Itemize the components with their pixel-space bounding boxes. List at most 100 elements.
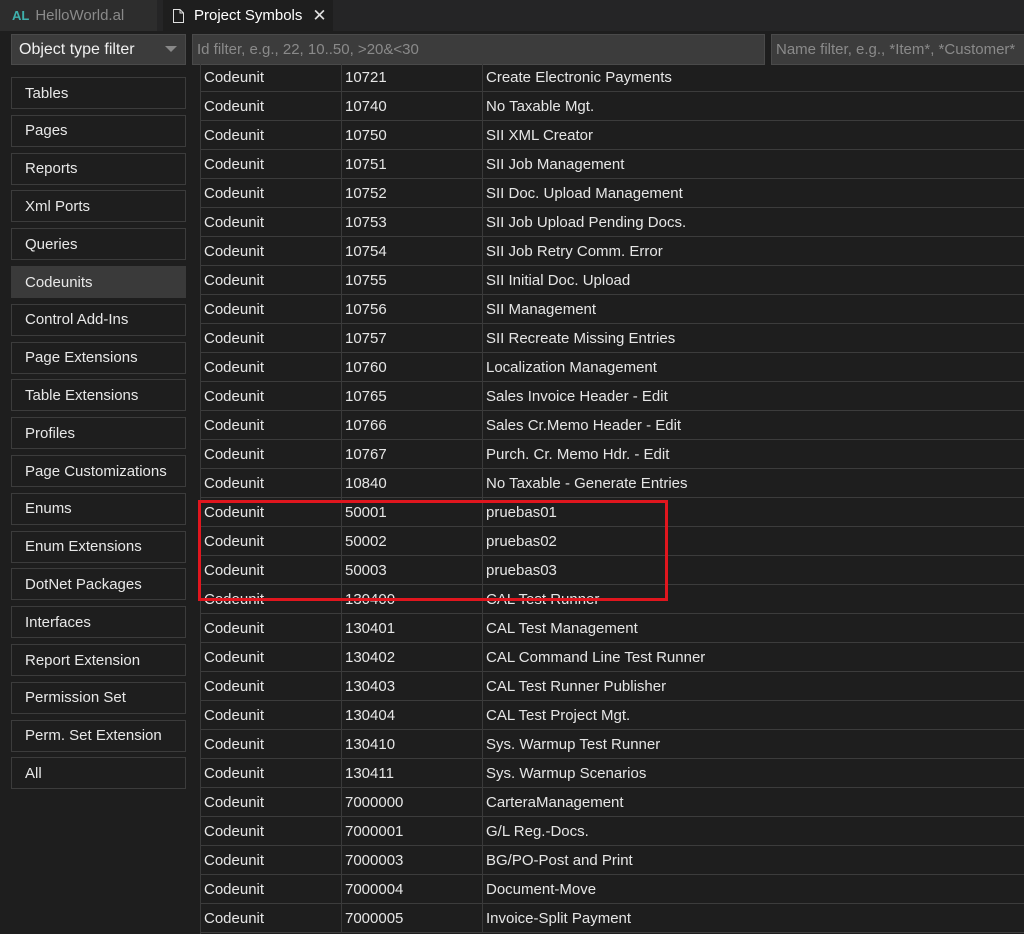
id-cell: 50003 (342, 556, 483, 585)
type-cell: Codeunit (201, 614, 342, 643)
sidebar-item-all[interactable]: All (11, 757, 186, 790)
id-cell: 10765 (342, 382, 483, 411)
name-cell: SII Recreate Missing Entries (486, 330, 676, 347)
name-cell: Sales Cr.Memo Header - Edit (486, 417, 682, 434)
type-cell: Codeunit (201, 266, 342, 295)
id-cell: 50002 (342, 527, 483, 556)
name-cell: Document-Move (486, 881, 597, 898)
sidebar-item-interfaces[interactable]: Interfaces (11, 606, 186, 639)
type-cell: Codeunit (201, 63, 342, 92)
sidebar-item-queries[interactable]: Queries (11, 228, 186, 261)
sidebar-item-xml-ports[interactable]: Xml Ports (11, 190, 186, 223)
table-row[interactable]: Codeunit 10765 Sales Invoice Header - Edit (201, 382, 1024, 411)
table-row[interactable]: Codeunit 10751 SII Job Management (201, 150, 1024, 179)
sidebar-item-tables[interactable]: Tables (11, 77, 186, 109)
id-cell: 50001 (342, 498, 483, 527)
tab-project-symbols[interactable]: Project Symbols ✕ (163, 0, 333, 31)
name-cell: CAL Command Line Test Runner (486, 649, 706, 666)
type-cell: Codeunit (201, 788, 342, 817)
type-cell: Codeunit (201, 469, 342, 498)
id-cell: 130402 (342, 643, 483, 672)
table-row[interactable]: Codeunit 10766 Sales Cr.Memo Header - Edit (201, 411, 1024, 440)
type-cell: Codeunit (201, 846, 342, 875)
id-cell: 10756 (342, 295, 483, 324)
table-row[interactable]: Codeunit 50001 pruebas01 (201, 498, 1024, 527)
table-row[interactable]: Codeunit 7000004 Document-Move (201, 875, 1024, 904)
id-cell: 7000005 (342, 904, 483, 933)
type-cell: Codeunit (201, 527, 342, 556)
id-cell: 10752 (342, 179, 483, 208)
table-row[interactable]: Codeunit 10767 Purch. Cr. Memo Hdr. - Edit (201, 440, 1024, 469)
sidebar-item-codeunits[interactable]: Codeunits (11, 266, 186, 298)
id-filter-input[interactable] (192, 34, 765, 65)
table-row[interactable]: Codeunit 10757 SII Recreate Missing Entrie… (201, 324, 1024, 353)
sidebar-item-table-extensions[interactable]: Table Extensions (11, 379, 186, 412)
tab-helloworld[interactable]: AL HelloWorld.al (0, 0, 157, 31)
name-cell: Purch. Cr. Memo Hdr. - Edit (486, 446, 670, 463)
table-row[interactable]: Codeunit 50002 pruebas02 (201, 527, 1024, 556)
al-file-icon: AL (12, 8, 30, 23)
name-cell: G/L Reg.-Docs. (486, 823, 589, 840)
table-row[interactable]: Codeunit 10754 SII Job Retry Comm. Error (201, 237, 1024, 266)
sidebar-item-page-customizations[interactable]: Page Customizations (11, 455, 186, 487)
type-cell: Codeunit (201, 730, 342, 759)
name-cell: CAL Test Runner (486, 591, 600, 608)
sidebar-item-enum-extensions[interactable]: Enum Extensions (11, 530, 186, 563)
sidebar-item-perm-set-extension[interactable]: Perm. Set Extension (11, 719, 186, 752)
name-filter-input[interactable] (771, 34, 1024, 65)
type-cell: Codeunit (201, 904, 342, 933)
table-row[interactable]: Codeunit 130400 CAL Test Runner (201, 585, 1024, 614)
table-row[interactable]: Codeunit 10750 SII XML Creator (201, 121, 1024, 150)
sidebar-item-report-extension[interactable]: Report Extension (11, 644, 186, 676)
sidebar-item-control-add-ins[interactable]: Control Add-Ins (11, 303, 186, 336)
table-row[interactable]: Codeunit 50003 pruebas03 (201, 556, 1024, 585)
id-cell: 10757 (342, 324, 483, 353)
id-cell: 130410 (342, 730, 483, 759)
name-cell: Create Electronic Payments (486, 69, 672, 86)
name-cell: CAL Test Runner Publisher (486, 678, 667, 695)
table-row[interactable]: Codeunit 10756 SII Management (201, 295, 1024, 324)
table-row[interactable]: Codeunit 7000000 CarteraManagement (201, 788, 1024, 817)
table-row[interactable]: Codeunit 130401 CAL Test Management (201, 614, 1024, 643)
object-type-filter[interactable]: Object type filter (11, 34, 186, 65)
type-cell: Codeunit (201, 759, 342, 788)
name-cell: SII XML Creator (486, 127, 593, 144)
table-row[interactable]: Codeunit 10752 SII Doc. Upload Management (201, 179, 1024, 208)
name-cell: CarteraManagement (486, 794, 624, 811)
table-row[interactable]: Codeunit 7000003 BG/PO-Post and Print (201, 846, 1024, 875)
table-row[interactable]: Codeunit 130403 CAL Test Runner Publisher (201, 672, 1024, 701)
name-cell: SII Initial Doc. Upload (486, 272, 631, 289)
sidebar-item-pages[interactable]: Pages (11, 114, 186, 147)
name-cell: SII Job Upload Pending Docs. (486, 214, 687, 231)
name-cell: pruebas02 (486, 533, 557, 550)
object-type-filter-value: Object type filter (19, 40, 135, 58)
type-cell: Codeunit (201, 701, 342, 730)
table-row[interactable]: Codeunit 7000001 G/L Reg.-Docs. (201, 817, 1024, 846)
sidebar-item-reports[interactable]: Reports (11, 152, 186, 185)
sidebar-item-dotnet-packages[interactable]: DotNet Packages (11, 568, 186, 601)
file-icon (173, 8, 184, 23)
table-row[interactable]: Codeunit 130411 Sys. Warmup Scenarios (201, 759, 1024, 788)
sidebar-item-profiles[interactable]: Profiles (11, 417, 186, 450)
name-cell: SII Job Retry Comm. Error (486, 243, 663, 260)
table-row[interactable]: Codeunit 7000005 Invoice-Split Payment (201, 904, 1024, 933)
table-row[interactable]: Codeunit 130410 Sys. Warmup Test Runner (201, 730, 1024, 759)
sidebar-item-permission-set[interactable]: Permission Set (11, 681, 186, 714)
sidebar-item-enums[interactable]: Enums (11, 492, 186, 525)
id-cell: 10840 (342, 469, 483, 498)
table-row[interactable]: Codeunit 10753 SII Job Upload Pending Docs… (201, 208, 1024, 237)
table-row[interactable]: Codeunit 10840 No Taxable - Generate Entri… (201, 469, 1024, 498)
table-row[interactable]: Codeunit 10740 No Taxable Mgt. (201, 92, 1024, 121)
symbols-table: Codeunit 10721 Create Electronic Payments C… (200, 63, 1024, 934)
table-row[interactable]: Codeunit 130402 CAL Command Line Test Runn… (201, 643, 1024, 672)
id-cell: 130401 (342, 614, 483, 643)
sidebar-item-page-extensions[interactable]: Page Extensions (11, 341, 186, 374)
table-row[interactable]: Codeunit 10755 SII Initial Doc. Upload (201, 266, 1024, 295)
table-row[interactable]: Codeunit 10760 Localization Management (201, 353, 1024, 382)
table-row[interactable]: Codeunit 130404 CAL Test Project Mgt. (201, 701, 1024, 730)
tab-label: HelloWorld.al (35, 7, 125, 24)
close-icon[interactable]: ✕ (312, 7, 326, 24)
id-cell: 10753 (342, 208, 483, 237)
type-cell: Codeunit (201, 817, 342, 846)
table-row[interactable]: Codeunit 10721 Create Electronic Payments (201, 63, 1024, 92)
